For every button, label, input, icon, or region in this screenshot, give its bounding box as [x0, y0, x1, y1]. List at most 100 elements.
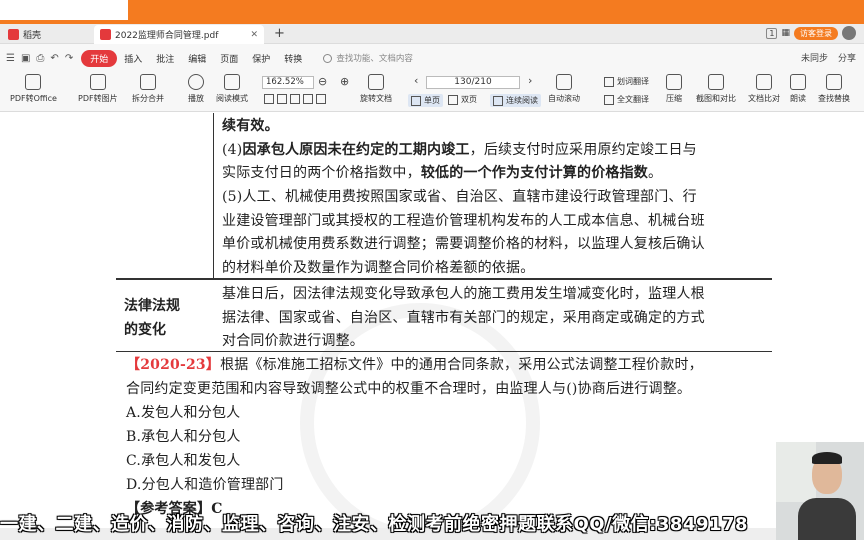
word-translate-label: 划词翻译	[617, 77, 649, 86]
double-page-icon	[448, 94, 458, 105]
menu-edit[interactable]: 编辑	[181, 50, 213, 67]
single-page-icon	[411, 95, 421, 106]
doc-line: 单价或机械使用费系数进行调整；需要调整价格的材料，以监理人复核后确认	[222, 236, 705, 252]
word-translate-button[interactable]: 划词翻译	[604, 76, 649, 87]
auto-scroll-icon	[556, 74, 572, 90]
read-aloud-button[interactable]: 朗读	[790, 74, 806, 104]
menu-annotate[interactable]: 批注	[149, 50, 181, 67]
option-d: D.分包人和造价管理部门	[126, 477, 284, 493]
rotate-document-button[interactable]: 旋转文档	[360, 74, 392, 104]
find-replace-icon	[826, 74, 842, 90]
rotate-right-icon[interactable]	[316, 94, 326, 104]
rotate-left-icon[interactable]	[303, 94, 313, 104]
pdf-to-office-button[interactable]: PDF转Office	[10, 74, 57, 104]
split-merge-button[interactable]: 拆分合并	[132, 74, 164, 104]
tab-document-label: 2022监理师合同管理.pdf	[115, 31, 219, 41]
save-icon[interactable]: ▣	[21, 53, 30, 64]
undo-icon[interactable]: ↶	[50, 53, 58, 64]
zoom-in-icon[interactable]: ⊕	[340, 75, 349, 88]
top-strip	[0, 0, 864, 24]
docer-logo-icon	[8, 29, 19, 40]
search-icon	[323, 53, 333, 63]
overlay-banner: 一建、二建、造价、消防、监理、咨询、注安、检测考前绝密押题联系QQ/微信:384…	[0, 514, 749, 535]
window-count-badge[interactable]: 1	[766, 27, 778, 39]
doc-line: 实际支付日的两个价格指数中，较低的一个作为支付计算的价格指数。	[222, 162, 662, 182]
split-merge-icon	[140, 74, 156, 90]
menu-bar: ☰ ▣ ⎙ ↶ ↷ 开始 插入 批注 编辑 页面 保护 转换 查找功能、文档内容…	[0, 44, 864, 72]
prev-page-icon[interactable]: ‹	[414, 74, 418, 87]
select-tool-icon[interactable]	[290, 94, 300, 104]
play-label: 播放	[188, 94, 204, 103]
tab-home-label: 稻壳	[23, 31, 42, 41]
book-icon	[224, 74, 240, 90]
doc-compare-button[interactable]: 文档比对	[748, 74, 780, 104]
menu-page[interactable]: 页面	[213, 50, 245, 67]
tab-home[interactable]: 稻壳	[2, 25, 90, 44]
avatar[interactable]	[842, 26, 856, 40]
auto-scroll-button[interactable]: 自动滚动	[548, 74, 580, 104]
redo-icon[interactable]: ↷	[65, 53, 73, 64]
menu-protect[interactable]: 保护	[245, 50, 277, 67]
doc-text: 。	[648, 165, 663, 181]
close-tab-icon[interactable]: ✕	[250, 30, 258, 40]
view-tools	[264, 94, 329, 104]
double-page-label: 双页	[461, 95, 477, 104]
zoom-out-icon[interactable]: ⊖	[318, 75, 327, 88]
single-page-label: 单页	[424, 96, 440, 105]
reading-mode-button[interactable]: 阅读模式	[216, 74, 248, 104]
compress-button[interactable]: 压缩	[666, 74, 682, 104]
table-bottom-border	[116, 351, 772, 352]
menu-convert[interactable]: 转换	[277, 50, 309, 67]
pdf-to-image-label: PDF转图片	[78, 94, 118, 103]
print-icon[interactable]: ⎙	[36, 53, 44, 64]
compress-label: 压缩	[666, 94, 682, 103]
menubar-right: 未同步 分享	[801, 51, 856, 64]
menu-insert[interactable]: 插入	[117, 50, 149, 67]
table-label-legal-change: 的变化	[124, 322, 166, 338]
doc-line: 基准日后，因法律法规变化导致承包人的施工费用发生增减变化时，监理人根	[222, 286, 705, 302]
fit-width-icon[interactable]	[277, 94, 287, 104]
doc-line: 对合同价款进行调整。	[222, 333, 364, 349]
play-button[interactable]: 播放	[188, 74, 204, 104]
search-input[interactable]: 查找功能、文档内容	[323, 52, 413, 64]
menu-items: 开始 插入 批注 编辑 页面 保护 转换	[81, 49, 309, 67]
menu-icon[interactable]: ☰	[6, 53, 15, 64]
page-number-input[interactable]: 130/210	[426, 76, 520, 89]
share-button[interactable]: 分享	[838, 51, 856, 64]
split-merge-label: 拆分合并	[132, 94, 164, 103]
layout-icon[interactable]: ▦	[781, 28, 790, 38]
zoom-input[interactable]: 162.52%	[262, 76, 314, 89]
compress-icon	[666, 74, 682, 90]
next-page-icon[interactable]: ›	[528, 74, 532, 87]
pdf-to-image-button[interactable]: PDF转图片	[78, 74, 118, 104]
double-page-button[interactable]: 双页	[448, 94, 477, 105]
single-page-button[interactable]: 单页	[408, 94, 443, 107]
table-row-divider	[116, 278, 772, 280]
question-tag: 【2020-23】	[126, 357, 221, 373]
doc-compare-label: 文档比对	[748, 94, 780, 103]
tab-document[interactable]: 2022监理师合同管理.pdf ✕	[94, 25, 264, 44]
fit-page-icon[interactable]	[264, 94, 274, 104]
top-strip-blank	[0, 0, 128, 20]
rotate-icon	[368, 74, 384, 90]
doc-text: ，后续支付时应采用原约定竣工日与	[469, 142, 697, 158]
screenshot-compare-button[interactable]: 截图和对比	[696, 74, 736, 104]
find-replace-button[interactable]: 查找替换	[818, 74, 850, 104]
sync-status[interactable]: 未同步	[801, 51, 828, 64]
continuous-reading-label: 连续阅读	[506, 96, 538, 105]
tab-bar: 稻壳 2022监理师合同管理.pdf ✕ + 1 ▦ 访客登录	[0, 24, 864, 44]
full-translate-label: 全文翻译	[617, 95, 649, 104]
document-view[interactable]: 续有效。 (4)因承包人原因未在约定的工期内竣工，后续支付时应采用原约定竣工日与…	[0, 113, 864, 540]
translate-icon	[604, 76, 614, 87]
screenshot-compare-label: 截图和对比	[696, 94, 736, 103]
visitor-login-button[interactable]: 访客登录	[794, 26, 838, 40]
continuous-reading-button[interactable]: 连续阅读	[490, 94, 541, 107]
find-replace-label: 查找替换	[818, 94, 850, 103]
menu-home[interactable]: 开始	[81, 49, 118, 67]
doc-line: 的材料单价及数量作为调整合同价格差额的依据。	[222, 260, 535, 276]
new-tab-icon[interactable]: +	[274, 26, 285, 41]
doc-line: (5)人工、机械使用费按照国家或省、自治区、直辖市建设行政管理部门、行	[222, 189, 697, 205]
full-translate-button[interactable]: 全文翻译	[604, 94, 649, 105]
question-line: 合同约定变更范围和内容导致调整公式中的权重不合理时，由监理人与()协商后进行调整…	[126, 381, 692, 397]
pdf-icon	[100, 29, 111, 40]
